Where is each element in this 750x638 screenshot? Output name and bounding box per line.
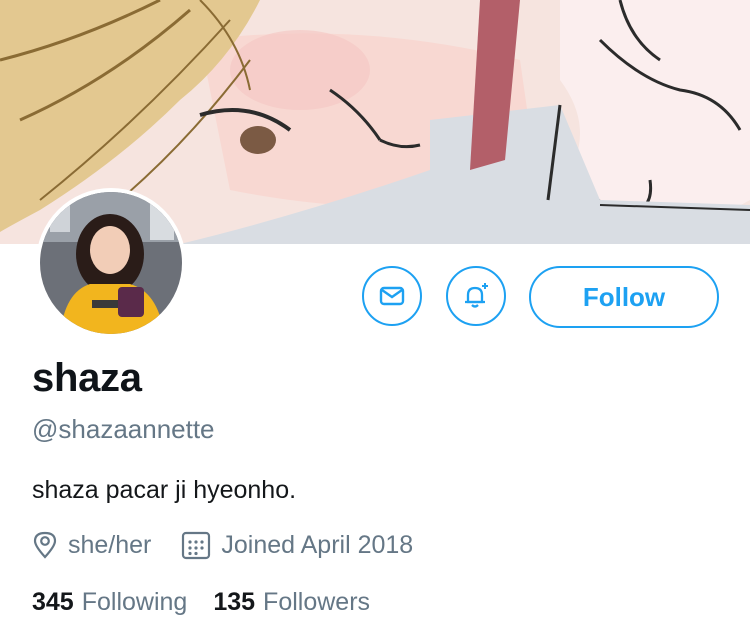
- following-count: 345: [32, 588, 74, 616]
- username-handle: @shazaannette: [32, 414, 215, 444]
- followers-label: Followers: [263, 588, 371, 616]
- profile-meta: she/her Joined April 2018: [32, 527, 413, 563]
- profile-stats: 345 Following 135 Followers: [32, 588, 396, 617]
- calendar-icon: [182, 531, 211, 560]
- display-name: shaza: [32, 356, 142, 400]
- joined-item: Joined April 2018: [181, 530, 413, 560]
- following-link[interactable]: 345 Following: [32, 588, 187, 617]
- location-pin-icon: [33, 531, 57, 559]
- notifications-button[interactable]: [446, 266, 506, 326]
- location-item: she/her: [32, 531, 151, 560]
- joined-text: Joined April 2018: [221, 530, 414, 559]
- envelope-icon: [379, 286, 405, 306]
- following-label: Following: [81, 588, 188, 616]
- profile-bio: shaza pacar ji hyeonho.: [32, 476, 297, 504]
- message-button[interactable]: [362, 266, 422, 326]
- followers-count: 135: [213, 588, 256, 616]
- follow-button[interactable]: Follow: [529, 266, 719, 328]
- followers-link[interactable]: 135 Followers: [213, 588, 370, 617]
- bell-plus-icon: [465, 283, 488, 308]
- profile-actions: Follow: [0, 266, 750, 330]
- location-text: she/her: [68, 530, 152, 559]
